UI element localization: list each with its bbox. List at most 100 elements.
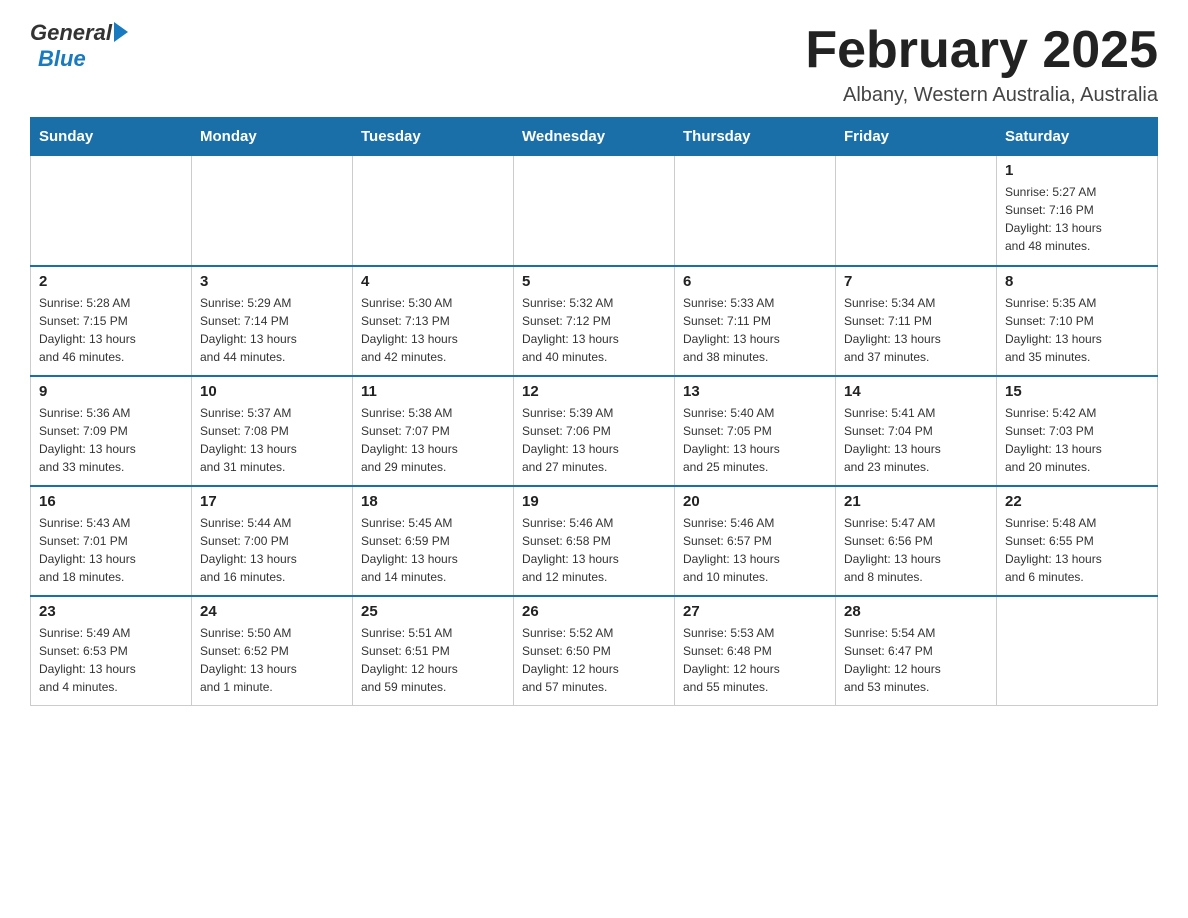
calendar-cell: 6 Sunrise: 5:33 AM Sunset: 7:11 PM Daylig… [675,266,836,376]
day-number: 6 [683,273,827,290]
calendar-cell: 8 Sunrise: 5:35 AM Sunset: 7:10 PM Daylig… [997,266,1158,376]
day-info: Sunrise: 5:39 AM Sunset: 7:06 PM Dayligh… [522,404,666,476]
weekday-header-tuesday: Tuesday [353,118,514,156]
day-info: Sunrise: 5:34 AM Sunset: 7:11 PM Dayligh… [844,294,988,366]
calendar-cell [514,156,675,266]
day-info: Sunrise: 5:30 AM Sunset: 7:13 PM Dayligh… [361,294,505,366]
calendar-cell: 5 Sunrise: 5:32 AM Sunset: 7:12 PM Daylig… [514,266,675,376]
day-number: 4 [361,273,505,290]
calendar-cell: 12 Sunrise: 5:39 AM Sunset: 7:06 PM Dayli… [514,376,675,486]
calendar-cell [192,156,353,266]
day-info: Sunrise: 5:52 AM Sunset: 6:50 PM Dayligh… [522,624,666,696]
day-info: Sunrise: 5:36 AM Sunset: 7:09 PM Dayligh… [39,404,183,476]
day-number: 3 [200,273,344,290]
day-info: Sunrise: 5:35 AM Sunset: 7:10 PM Dayligh… [1005,294,1149,366]
page-header: General Blue February 2025 Albany, Weste… [30,20,1158,107]
day-info: Sunrise: 5:38 AM Sunset: 7:07 PM Dayligh… [361,404,505,476]
day-info: Sunrise: 5:43 AM Sunset: 7:01 PM Dayligh… [39,514,183,586]
day-info: Sunrise: 5:33 AM Sunset: 7:11 PM Dayligh… [683,294,827,366]
day-number: 18 [361,493,505,510]
day-info: Sunrise: 5:41 AM Sunset: 7:04 PM Dayligh… [844,404,988,476]
logo-general-text: General [30,20,112,46]
calendar-cell: 24 Sunrise: 5:50 AM Sunset: 6:52 PM Dayli… [192,596,353,706]
logo-arrow-icon [114,22,128,42]
calendar-cell: 7 Sunrise: 5:34 AM Sunset: 7:11 PM Daylig… [836,266,997,376]
calendar-cell: 16 Sunrise: 5:43 AM Sunset: 7:01 PM Dayli… [31,486,192,596]
weekday-header-thursday: Thursday [675,118,836,156]
location-subtitle: Albany, Western Australia, Australia [805,84,1158,107]
calendar-cell: 28 Sunrise: 5:54 AM Sunset: 6:47 PM Dayli… [836,596,997,706]
calendar-cell: 19 Sunrise: 5:46 AM Sunset: 6:58 PM Dayli… [514,486,675,596]
day-info: Sunrise: 5:46 AM Sunset: 6:58 PM Dayligh… [522,514,666,586]
calendar-cell: 20Sunrise: 5:46 AM Sunset: 6:57 PM Dayli… [675,486,836,596]
weekday-header-monday: Monday [192,118,353,156]
calendar-cell: 25 Sunrise: 5:51 AM Sunset: 6:51 PM Dayli… [353,596,514,706]
logo: General Blue [30,20,128,72]
day-number: 21 [844,493,988,510]
calendar-cell: 17 Sunrise: 5:44 AM Sunset: 7:00 PM Dayli… [192,486,353,596]
calendar-cell: 9 Sunrise: 5:36 AM Sunset: 7:09 PM Daylig… [31,376,192,486]
calendar-cell: 2 Sunrise: 5:28 AM Sunset: 7:15 PM Daylig… [31,266,192,376]
day-info: Sunrise: 5:40 AM Sunset: 7:05 PM Dayligh… [683,404,827,476]
day-number: 20 [683,493,827,510]
day-number: 16 [39,493,183,510]
calendar-cell [836,156,997,266]
weekday-header-wednesday: Wednesday [514,118,675,156]
calendar-cell: 21 Sunrise: 5:47 AM Sunset: 6:56 PM Dayli… [836,486,997,596]
day-info: Sunrise: 5:42 AM Sunset: 7:03 PM Dayligh… [1005,404,1149,476]
calendar-cell: 4 Sunrise: 5:30 AM Sunset: 7:13 PM Daylig… [353,266,514,376]
day-info: Sunrise: 5:54 AM Sunset: 6:47 PM Dayligh… [844,624,988,696]
day-info: Sunrise: 5:27 AM Sunset: 7:16 PM Dayligh… [1005,183,1149,255]
weekday-header-friday: Friday [836,118,997,156]
day-number: 2 [39,273,183,290]
calendar-week-row: 23 Sunrise: 5:49 AM Sunset: 6:53 PM Dayli… [31,596,1158,706]
day-number: 14 [844,383,988,400]
day-number: 9 [39,383,183,400]
day-number: 25 [361,603,505,620]
title-section: February 2025 Albany, Western Australia,… [805,20,1158,107]
calendar-cell [675,156,836,266]
day-info: Sunrise: 5:50 AM Sunset: 6:52 PM Dayligh… [200,624,344,696]
day-number: 23 [39,603,183,620]
weekday-header-saturday: Saturday [997,118,1158,156]
day-number: 27 [683,603,827,620]
day-number: 11 [361,383,505,400]
calendar-week-row: 1 Sunrise: 5:27 AM Sunset: 7:16 PM Daylig… [31,156,1158,266]
day-info: Sunrise: 5:48 AM Sunset: 6:55 PM Dayligh… [1005,514,1149,586]
month-title: February 2025 [805,20,1158,80]
calendar-cell: 11 Sunrise: 5:38 AM Sunset: 7:07 PM Dayli… [353,376,514,486]
calendar-cell: 15 Sunrise: 5:42 AM Sunset: 7:03 PM Dayli… [997,376,1158,486]
day-info: Sunrise: 5:29 AM Sunset: 7:14 PM Dayligh… [200,294,344,366]
calendar-cell: 27Sunrise: 5:53 AM Sunset: 6:48 PM Dayli… [675,596,836,706]
day-number: 1 [1005,162,1149,179]
day-number: 15 [1005,383,1149,400]
calendar-week-row: 16 Sunrise: 5:43 AM Sunset: 7:01 PM Dayli… [31,486,1158,596]
day-number: 26 [522,603,666,620]
day-number: 8 [1005,273,1149,290]
day-number: 5 [522,273,666,290]
day-number: 17 [200,493,344,510]
calendar-cell [997,596,1158,706]
day-number: 7 [844,273,988,290]
day-number: 13 [683,383,827,400]
day-number: 24 [200,603,344,620]
day-info: Sunrise: 5:32 AM Sunset: 7:12 PM Dayligh… [522,294,666,366]
day-info: Sunrise: 5:44 AM Sunset: 7:00 PM Dayligh… [200,514,344,586]
calendar-header-row: SundayMondayTuesdayWednesdayThursdayFrid… [31,118,1158,156]
day-number: 28 [844,603,988,620]
weekday-header-sunday: Sunday [31,118,192,156]
calendar-cell: 14 Sunrise: 5:41 AM Sunset: 7:04 PM Dayli… [836,376,997,486]
day-number: 12 [522,383,666,400]
day-info: Sunrise: 5:47 AM Sunset: 6:56 PM Dayligh… [844,514,988,586]
calendar-cell: 18 Sunrise: 5:45 AM Sunset: 6:59 PM Dayli… [353,486,514,596]
day-number: 19 [522,493,666,510]
calendar-cell: 22Sunrise: 5:48 AM Sunset: 6:55 PM Dayli… [997,486,1158,596]
day-info: Sunrise: 5:51 AM Sunset: 6:51 PM Dayligh… [361,624,505,696]
day-info: Sunrise: 5:45 AM Sunset: 6:59 PM Dayligh… [361,514,505,586]
calendar-cell: 3 Sunrise: 5:29 AM Sunset: 7:14 PM Daylig… [192,266,353,376]
calendar-cell: 13 Sunrise: 5:40 AM Sunset: 7:05 PM Dayli… [675,376,836,486]
day-info: Sunrise: 5:49 AM Sunset: 6:53 PM Dayligh… [39,624,183,696]
calendar-week-row: 2 Sunrise: 5:28 AM Sunset: 7:15 PM Daylig… [31,266,1158,376]
day-info: Sunrise: 5:28 AM Sunset: 7:15 PM Dayligh… [39,294,183,366]
calendar-cell: 23 Sunrise: 5:49 AM Sunset: 6:53 PM Dayli… [31,596,192,706]
